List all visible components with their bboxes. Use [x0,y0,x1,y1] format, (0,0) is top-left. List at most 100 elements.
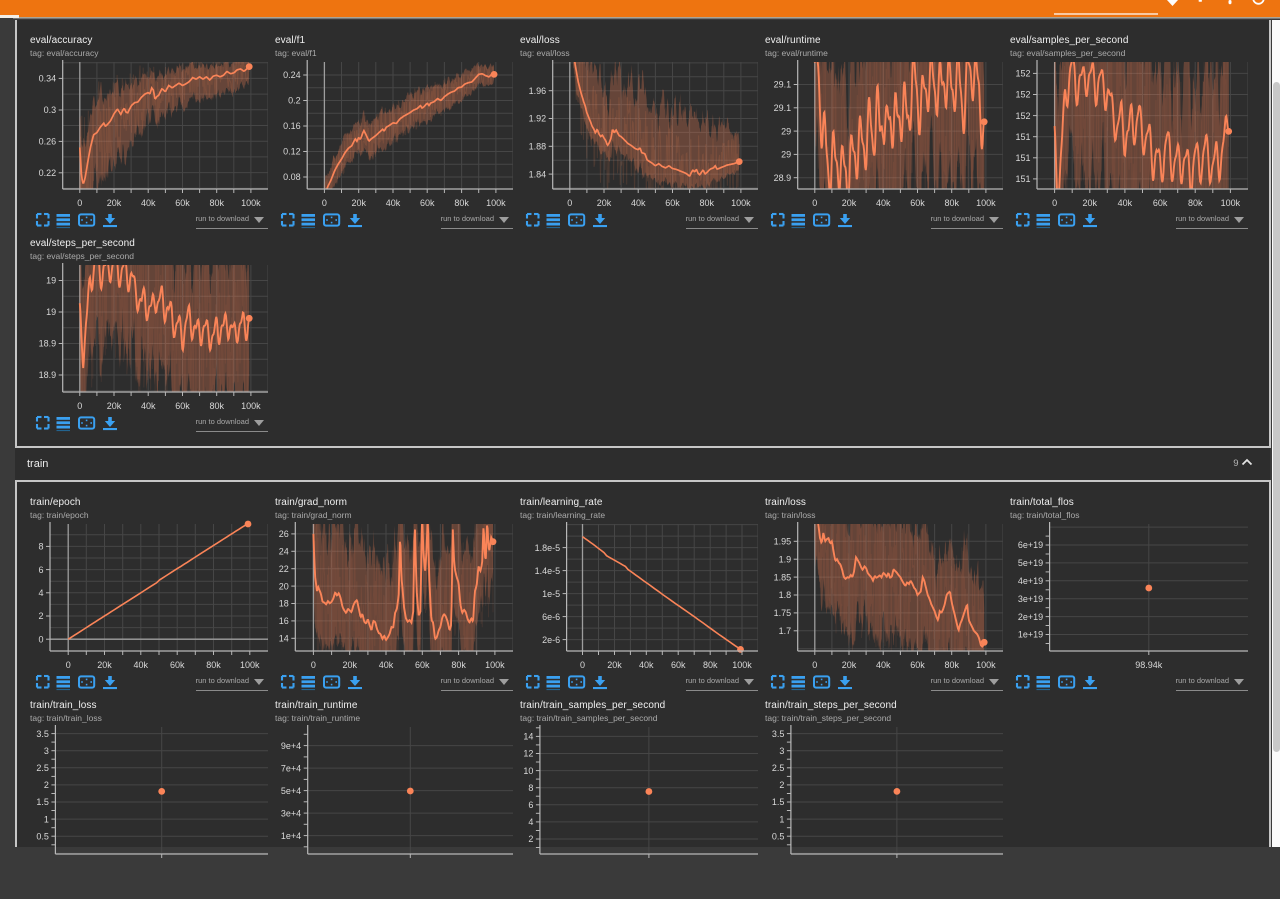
svg-text:100k: 100k [486,198,506,208]
svg-text:1.85: 1.85 [774,572,792,582]
svg-text:60k: 60k [1153,198,1168,208]
svg-text:1.96: 1.96 [529,86,547,96]
svg-text:8: 8 [528,783,533,793]
svg-text:0: 0 [77,401,82,411]
svg-text:1: 1 [44,814,49,824]
svg-text:60k: 60k [665,198,680,208]
svg-text:0: 0 [38,634,43,644]
svg-text:19: 19 [46,307,56,317]
svg-text:0.12: 0.12 [283,147,301,157]
svg-text:1.4e-5: 1.4e-5 [535,566,561,576]
svg-text:29.1: 29.1 [774,80,792,90]
svg-text:20: 20 [279,581,289,591]
svg-text:2: 2 [528,834,533,844]
svg-text:18.9: 18.9 [39,370,57,380]
svg-text:5e+4: 5e+4 [281,786,301,796]
svg-text:60k: 60k [671,660,686,670]
svg-text:10: 10 [523,766,533,776]
svg-text:20k: 20k [842,198,857,208]
svg-text:80k: 80k [944,198,959,208]
svg-text:5e+19: 5e+19 [1018,558,1043,568]
svg-text:20k: 20k [351,198,366,208]
svg-text:1e-5: 1e-5 [542,589,560,599]
svg-text:0: 0 [580,660,585,670]
svg-text:14: 14 [279,634,289,644]
svg-text:1e+19: 1e+19 [1018,630,1043,640]
svg-text:20k: 20k [842,660,857,670]
svg-text:60k: 60k [910,198,925,208]
svg-text:60k: 60k [415,660,430,670]
svg-text:40k: 40k [631,198,646,208]
svg-text:1.5: 1.5 [772,797,785,807]
svg-text:1.9: 1.9 [779,554,792,564]
svg-text:2.5: 2.5 [772,763,785,773]
svg-text:0.5: 0.5 [772,831,785,841]
svg-text:80k: 80k [703,660,718,670]
svg-text:8: 8 [38,542,43,552]
svg-text:14: 14 [523,732,533,742]
svg-text:2: 2 [44,780,49,790]
svg-text:60k: 60k [175,401,190,411]
svg-text:19: 19 [46,276,56,286]
svg-text:20k: 20k [1083,198,1098,208]
svg-text:100k: 100k [732,660,752,670]
svg-text:2: 2 [779,780,784,790]
svg-text:80k: 80k [944,660,959,670]
svg-text:0: 0 [567,198,572,208]
svg-text:0: 0 [311,660,316,670]
svg-text:152: 152 [1015,69,1030,79]
svg-text:1.5: 1.5 [36,797,49,807]
svg-text:98.94k: 98.94k [1135,660,1163,670]
svg-text:0.3: 0.3 [44,105,57,115]
svg-text:6e+19: 6e+19 [1018,540,1043,550]
svg-text:1.84: 1.84 [529,169,547,179]
svg-text:0.16: 0.16 [283,121,301,131]
svg-text:3: 3 [779,746,784,756]
svg-text:80k: 80k [454,198,469,208]
svg-text:40k: 40k [386,198,401,208]
svg-text:1.88: 1.88 [529,142,547,152]
svg-text:1.8e-5: 1.8e-5 [535,543,561,553]
svg-text:100k: 100k [485,660,505,670]
svg-text:0.22: 0.22 [39,168,57,178]
svg-text:18.9: 18.9 [39,339,57,349]
svg-text:18: 18 [279,599,289,609]
svg-text:151: 151 [1015,174,1030,184]
svg-text:152: 152 [1015,111,1030,121]
svg-text:26: 26 [279,529,289,539]
svg-text:9e+4: 9e+4 [281,741,301,751]
svg-text:151: 151 [1015,153,1030,163]
svg-text:3e+19: 3e+19 [1018,594,1043,604]
svg-text:3.5: 3.5 [36,729,49,739]
svg-text:100k: 100k [1221,198,1241,208]
svg-text:0.26: 0.26 [39,137,57,147]
svg-text:80k: 80k [209,401,224,411]
svg-text:12: 12 [523,749,533,759]
svg-text:6e-6: 6e-6 [542,612,560,622]
svg-text:0.24: 0.24 [283,70,301,80]
svg-text:2.5: 2.5 [36,763,49,773]
svg-text:3: 3 [44,746,49,756]
svg-text:40k: 40k [639,660,654,670]
svg-text:100k: 100k [731,198,751,208]
svg-text:20k: 20k [597,198,612,208]
svg-text:1.7: 1.7 [779,626,792,636]
svg-text:152: 152 [1015,90,1030,100]
svg-text:40k: 40k [141,401,156,411]
svg-text:80k: 80k [699,198,714,208]
svg-text:1.95: 1.95 [774,537,792,547]
svg-text:80k: 80k [209,198,224,208]
svg-text:20k: 20k [107,401,122,411]
svg-text:80k: 80k [1188,198,1203,208]
svg-text:1: 1 [779,814,784,824]
svg-text:20k: 20k [607,660,622,670]
svg-text:60k: 60k [420,198,435,208]
svg-text:16: 16 [279,616,289,626]
svg-text:100k: 100k [976,198,996,208]
svg-text:3e+4: 3e+4 [281,808,301,818]
svg-text:22: 22 [279,564,289,574]
svg-text:40k: 40k [1118,198,1133,208]
svg-text:29: 29 [781,150,791,160]
svg-text:20k: 20k [107,198,122,208]
svg-text:20k: 20k [97,660,112,670]
